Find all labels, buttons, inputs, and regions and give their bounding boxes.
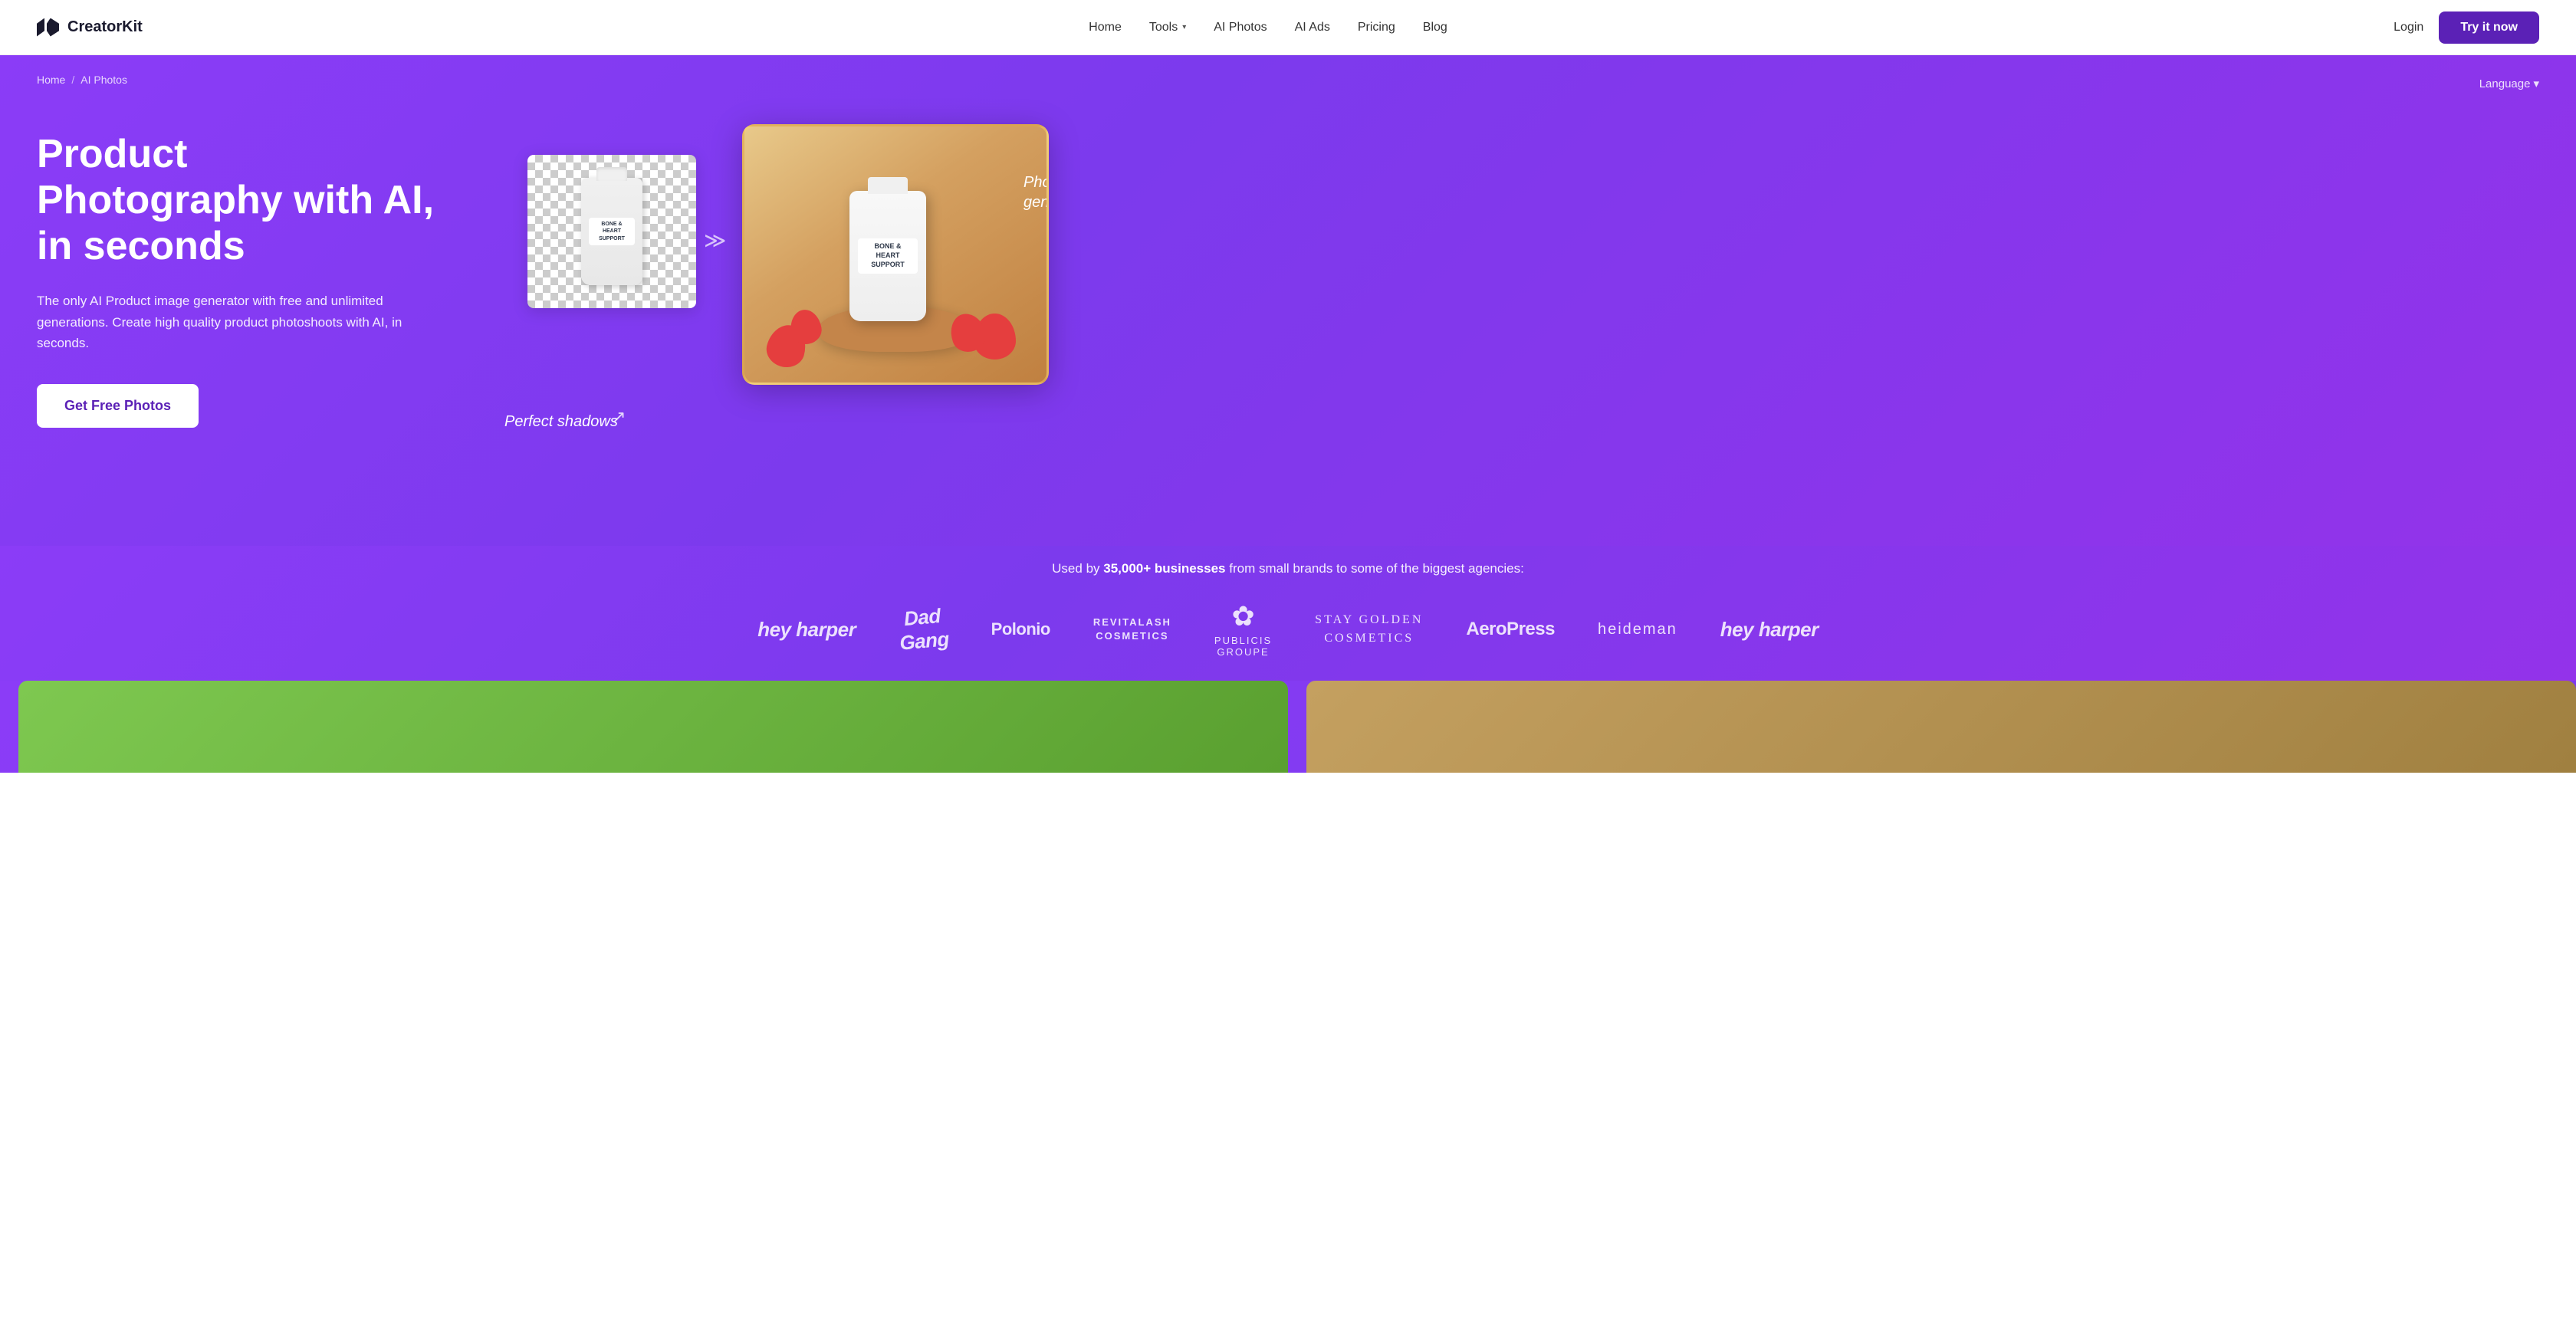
peek-card-right xyxy=(1306,681,2576,773)
login-button[interactable]: Login xyxy=(2394,21,2423,34)
before-after-arrow: ≫ xyxy=(704,228,726,253)
social-proof-text: Used by 35,000+ businesses from small br… xyxy=(37,561,2539,576)
try-it-now-button[interactable]: Try it now xyxy=(2439,11,2539,44)
nav-pricing[interactable]: Pricing xyxy=(1358,21,1395,34)
publicis-text: PUBLICISGROUPE xyxy=(1214,635,1272,658)
product-after-image: BONE &HEARTSUPPORT Photorealistic genera… xyxy=(742,124,1049,385)
brand-dadgang: DadGang xyxy=(899,606,948,653)
hero-visual: BONE &HEARTSUPPORT ≫ BONE &HEARTSUPPORT … xyxy=(466,117,1049,392)
nav-ai-ads[interactable]: AI Ads xyxy=(1295,21,1330,34)
brand-revitalash: REVITALASHCOSMETICS xyxy=(1093,616,1171,643)
bottle-cap-before xyxy=(596,167,627,181)
logo-icon xyxy=(37,18,61,37)
nav-links: Home Tools ▾ AI Photos AI Ads Pricing Bl… xyxy=(1089,21,1447,34)
bottle-after: BONE &HEARTSUPPORT xyxy=(849,191,926,321)
publicis-flower-icon xyxy=(1228,601,1259,632)
logo[interactable]: CreatorKit xyxy=(37,18,143,37)
brand-polonio: Polonio xyxy=(991,619,1050,639)
nav-tools[interactable]: Tools ▾ xyxy=(1149,21,1186,34)
peek-card-left xyxy=(18,681,1288,773)
brand-publicis: PUBLICISGROUPE xyxy=(1214,601,1272,658)
get-free-photos-button[interactable]: Get Free Photos xyxy=(37,384,199,428)
bottle-label-before: BONE &HEARTSUPPORT xyxy=(589,218,635,245)
bottle-before: BONE &HEARTSUPPORT xyxy=(581,178,642,285)
brand-aeropress: AeroPress xyxy=(1466,619,1555,640)
brand-heideman: heideman xyxy=(1598,621,1677,639)
breadcrumb: Home / AI Photos xyxy=(37,55,2539,117)
hero-title: Product Photography with AI, in seconds xyxy=(37,132,435,269)
nav-home[interactable]: Home xyxy=(1089,21,1122,34)
brand-hey-harper-2: hey harper xyxy=(1720,618,1819,642)
hero-section: Home / AI Photos Language ▾ Product Phot… xyxy=(0,55,2576,546)
social-proof-section: Used by 35,000+ businesses from small br… xyxy=(0,546,2576,681)
nav-blog[interactable]: Blog xyxy=(1423,21,1447,34)
hero-subtitle: The only AI Product image generator with… xyxy=(37,291,435,353)
bottle-cap-after xyxy=(868,177,908,194)
brand-hey-harper-1: hey harper xyxy=(757,618,856,642)
hero-content: Product Photography with AI, in seconds … xyxy=(37,117,1049,428)
nav-ai-photos[interactable]: AI Photos xyxy=(1214,21,1267,34)
hero-text: Product Photography with AI, in seconds … xyxy=(37,117,435,428)
tools-dropdown-icon: ▾ xyxy=(1182,23,1186,31)
bottle-label-after: BONE &HEARTSUPPORT xyxy=(858,238,918,273)
language-selector[interactable]: Language ▾ xyxy=(2479,77,2539,90)
brand-logos-row: hey harper DadGang Polonio REVITALASHCOS… xyxy=(37,601,2539,658)
shadows-arrow-icon: ↗ xyxy=(612,407,626,427)
annotation-photorealistic: Photorealistic generations xyxy=(1024,172,1049,212)
breadcrumb-home[interactable]: Home xyxy=(37,74,65,86)
annotation-shadows: Perfect shadows xyxy=(504,413,618,431)
language-dropdown-icon: ▾ xyxy=(2533,77,2539,90)
breadcrumb-current: AI Photos xyxy=(80,74,127,86)
logo-text: CreatorKit xyxy=(67,18,143,36)
brand-stay-golden: STAY GOLDENCOSMETICS xyxy=(1315,611,1423,648)
navbar: CreatorKit Home Tools ▾ AI Photos AI Ads… xyxy=(0,0,2576,55)
product-before-image: BONE &HEARTSUPPORT xyxy=(527,155,696,308)
navbar-actions: Login Try it now xyxy=(2394,11,2539,44)
breadcrumb-separator: / xyxy=(71,74,74,86)
bottom-peek-section xyxy=(0,681,2576,773)
